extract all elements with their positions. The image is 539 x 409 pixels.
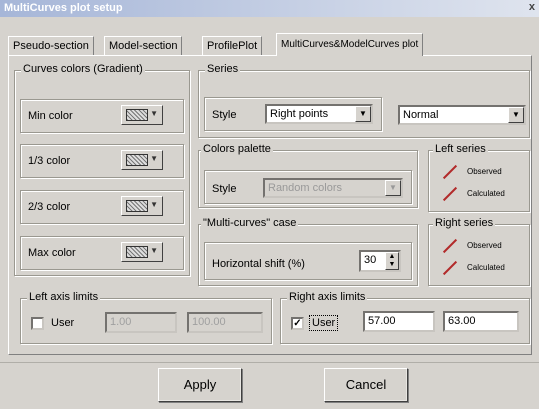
color-swatch-icon — [126, 246, 148, 258]
cancel-button[interactable]: Cancel — [324, 368, 408, 402]
series-style-value: Right points — [270, 108, 329, 120]
tab-multicurves-modelcurves-plot[interactable]: MultiCurves&ModelCurves plot — [276, 33, 424, 56]
right-series-legend: Right series — [433, 217, 496, 229]
chevron-down-icon[interactable]: ▼ — [355, 106, 371, 122]
series-style-box: Style Right points ▼ — [204, 97, 382, 131]
chevron-down-icon: ▼ — [150, 154, 158, 163]
max-color-label: Max color — [28, 247, 76, 259]
right-axis-user-label: User — [309, 315, 339, 331]
series-legend: Series — [205, 63, 241, 75]
right-axis-min-input[interactable]: 57.00 — [363, 311, 435, 332]
min-color-label: Min color — [28, 110, 73, 122]
title-bar: MultiCurves plot setup x — [0, 0, 539, 17]
right-observed-label: Observed — [467, 241, 502, 250]
right-calculated-label: Calculated — [467, 263, 505, 272]
horizontal-shift-label: Horizontal shift (%) — [212, 258, 305, 270]
color-swatch-icon — [126, 200, 148, 212]
right-axis-max-value: 63.00 — [448, 315, 476, 327]
palette-style-box: Style Random colors ▼ — [204, 170, 412, 204]
color-swatch-icon — [126, 154, 148, 166]
left-axis-user-checkbox[interactable] — [31, 317, 44, 330]
horizontal-shift-box: Horizontal shift (%) 30 ▲ ▼ — [204, 242, 412, 280]
right-axis-legend: Right axis limits — [287, 291, 368, 303]
palette-style-label: Style — [212, 183, 237, 195]
two-thirds-color-picker[interactable]: ▼ — [121, 196, 163, 216]
left-observed-label: Observed — [467, 167, 502, 176]
left-axis-max-value: 100.00 — [192, 316, 226, 328]
min-color-row: Min color ▼ — [20, 99, 184, 133]
left-axis-limits-group: Left axis limits User 1.00 100.00 — [20, 291, 272, 344]
calculated-line-icon — [442, 186, 458, 202]
curves-colors-legend: Curves colors (Gradient) — [21, 63, 145, 75]
min-color-picker[interactable]: ▼ — [121, 105, 163, 125]
series-mode-select[interactable]: Normal ▼ — [398, 105, 526, 125]
tab-pseudo-section[interactable]: Pseudo-section — [8, 36, 94, 56]
left-series-legend: Left series — [433, 143, 488, 155]
palette-style-value: Random colors — [268, 182, 342, 194]
right-axis-max-input[interactable]: 63.00 — [443, 311, 519, 332]
multicurves-legend: "Multi-curves" case — [201, 217, 299, 229]
left-axis-legend: Left axis limits — [27, 291, 101, 303]
colors-palette-legend: Colors palette — [201, 143, 273, 155]
chevron-down-icon[interactable]: ▼ — [508, 107, 524, 123]
tab-model-section[interactable]: Model-section — [104, 36, 183, 56]
one-third-color-label: 1/3 color — [28, 155, 71, 167]
left-series-group: Left series Observed Calculated — [428, 143, 530, 212]
spin-arrows-icon[interactable]: ▲ ▼ — [385, 252, 399, 270]
left-axis-min-value: 1.00 — [110, 316, 132, 328]
right-axis-limits-group: Right axis limits ✓ User 57.00 63.00 — [280, 291, 530, 344]
max-color-picker[interactable]: ▼ — [121, 242, 163, 262]
horizontal-shift-value: 30 — [364, 254, 377, 266]
apply-button[interactable]: Apply — [158, 368, 242, 402]
left-calculated-label: Calculated — [467, 189, 505, 198]
series-style-select[interactable]: Right points ▼ — [265, 104, 373, 124]
observed-line-icon — [442, 238, 458, 254]
right-series-group: Right series Observed Calculated — [428, 217, 530, 286]
window-title: MultiCurves plot setup — [4, 2, 123, 14]
series-style-label: Style — [212, 109, 237, 121]
left-axis-max-input[interactable]: 100.00 — [187, 312, 263, 333]
left-axis-min-input[interactable]: 1.00 — [105, 312, 177, 333]
max-color-row: Max color ▼ — [20, 236, 184, 270]
horizontal-shift-spinner[interactable]: 30 ▲ ▼ — [359, 250, 401, 272]
one-third-color-row: 1/3 color ▼ — [20, 144, 184, 178]
right-axis-min-value: 57.00 — [368, 315, 396, 327]
observed-line-icon — [442, 164, 458, 180]
chevron-down-icon: ▼ — [150, 109, 158, 118]
palette-style-select[interactable]: Random colors ▼ — [263, 178, 403, 198]
two-thirds-color-label: 2/3 color — [28, 201, 71, 213]
chevron-down-icon: ▼ — [150, 200, 158, 209]
left-axis-user-label: User — [51, 317, 75, 329]
close-icon[interactable]: x — [529, 1, 535, 13]
right-axis-user-checkbox[interactable]: ✓ — [291, 317, 304, 330]
two-thirds-color-row: 2/3 color ▼ — [20, 190, 184, 224]
chevron-down-icon[interactable]: ▼ — [385, 180, 401, 196]
tab-profile-plot[interactable]: ProfilePlot — [202, 36, 263, 56]
color-swatch-icon — [126, 109, 148, 121]
calculated-line-icon — [442, 260, 458, 276]
series-mode-value: Normal — [403, 109, 439, 121]
one-third-color-picker[interactable]: ▼ — [121, 150, 163, 170]
button-bar-separator — [0, 362, 539, 363]
chevron-down-icon: ▼ — [150, 246, 158, 255]
